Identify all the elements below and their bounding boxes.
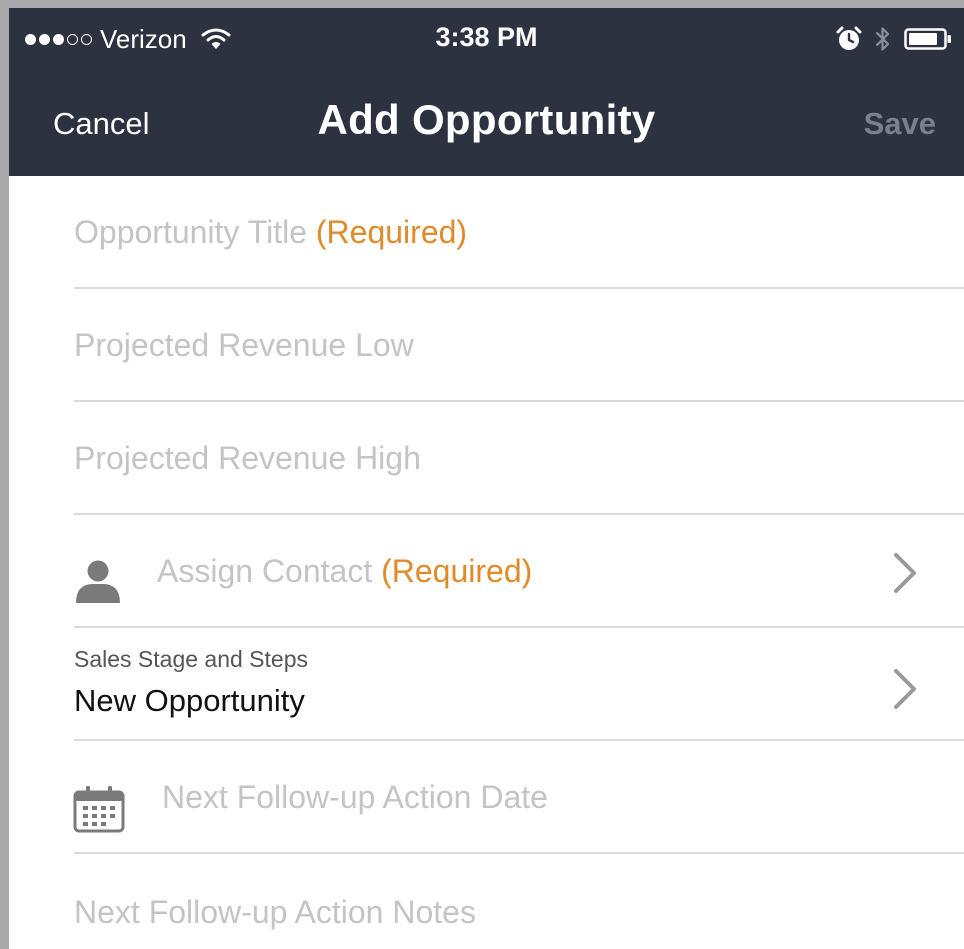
followup-notes-field[interactable]: Next Follow-up Action Notes (9, 854, 964, 949)
header: Verizon 3:38 PM Cancel Add Opportunity S… (9, 8, 964, 176)
sales-stage-value: New Opportunity (74, 683, 305, 718)
status-bar: Verizon 3:38 PM (9, 8, 964, 72)
required-label: (Required) (381, 553, 533, 589)
status-right (836, 24, 952, 54)
revenue-high-field[interactable]: Projected Revenue High (9, 402, 964, 515)
person-icon (76, 560, 120, 603)
calendar-icon (73, 786, 125, 833)
placeholder-text: Assign Contact (157, 553, 373, 589)
opportunity-form: Opportunity Title (Required) Projected R… (9, 176, 964, 949)
followup-date-row[interactable]: Next Follow-up Action Date (9, 741, 964, 854)
revenue-low-placeholder: Projected Revenue Low (74, 327, 414, 363)
alarm-icon (836, 26, 862, 50)
chevron-right-icon (894, 669, 916, 709)
assign-contact-row[interactable]: Assign Contact (Required) (9, 515, 964, 628)
followup-date-placeholder: Next Follow-up Action Date (162, 779, 548, 815)
opportunity-title-field[interactable]: Opportunity Title (Required) (9, 176, 964, 289)
phone-screen: Verizon 3:38 PM Cancel Add Opportunity S… (0, 0, 964, 949)
placeholder-text: Opportunity Title (74, 214, 307, 250)
status-time: 3:38 PM (435, 22, 538, 52)
battery-icon (904, 28, 951, 50)
sales-stage-label: Sales Stage and Steps (74, 646, 308, 672)
required-label: (Required) (315, 214, 468, 250)
chevron-right-icon (894, 553, 916, 593)
revenue-high-placeholder: Projected Revenue High (74, 440, 421, 476)
revenue-low-field[interactable]: Projected Revenue Low (9, 289, 964, 402)
opportunity-title-placeholder: Opportunity Title (Required) (74, 214, 467, 251)
sales-stage-row[interactable]: Sales Stage and Steps New Opportunity (9, 628, 964, 741)
nav-bar: Cancel Add Opportunity Save (9, 72, 964, 176)
bluetooth-icon (875, 27, 890, 51)
cancel-button[interactable]: Cancel (53, 106, 150, 142)
assign-contact-placeholder: Assign Contact (Required) (157, 553, 532, 590)
page-title: Add Opportunity (317, 96, 656, 143)
followup-notes-placeholder: Next Follow-up Action Notes (74, 894, 476, 930)
save-button[interactable]: Save (864, 106, 936, 142)
